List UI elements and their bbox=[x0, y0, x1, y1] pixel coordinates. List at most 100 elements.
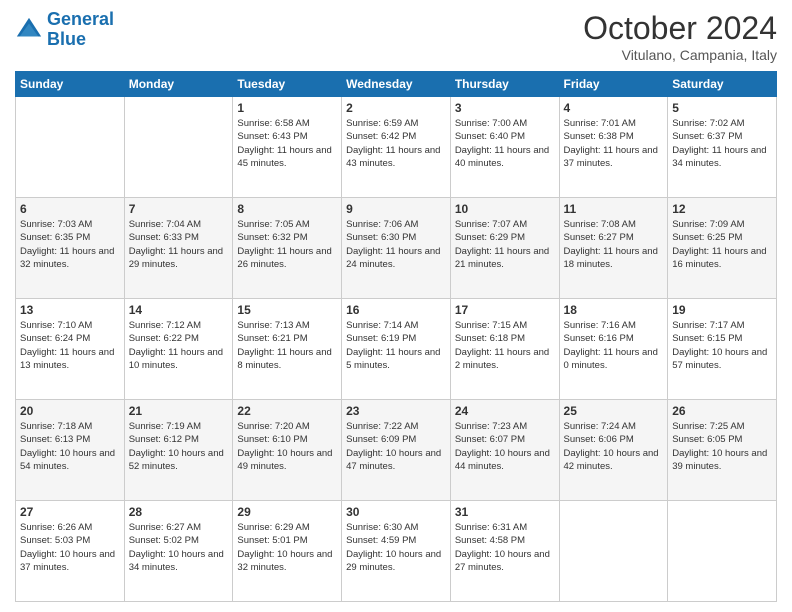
day-info: Sunrise: 7:20 AMSunset: 6:10 PMDaylight:… bbox=[237, 420, 337, 473]
day-info: Sunrise: 7:22 AMSunset: 6:09 PMDaylight:… bbox=[346, 420, 446, 473]
calendar-cell: 27 Sunrise: 6:26 AMSunset: 5:03 PMDayligh… bbox=[16, 501, 125, 602]
day-info: Sunrise: 7:14 AMSunset: 6:19 PMDaylight:… bbox=[346, 319, 446, 372]
day-info: Sunrise: 7:05 AMSunset: 6:32 PMDaylight:… bbox=[237, 218, 337, 271]
day-number: 23 bbox=[346, 404, 446, 418]
calendar-cell: 16Sunrise: 7:14 AMSunset: 6:19 PMDayligh… bbox=[342, 299, 451, 400]
day-info: Sunrise: 7:15 AMSunset: 6:18 PMDaylight:… bbox=[455, 319, 555, 372]
calendar-header-row: SundayMondayTuesdayWednesdayThursdayFrid… bbox=[16, 72, 777, 97]
calendar-cell: 8 Sunrise: 7:05 AMSunset: 6:32 PMDaylight… bbox=[233, 198, 342, 299]
day-info: Sunrise: 6:59 AMSunset: 6:42 PMDaylight:… bbox=[346, 117, 446, 170]
calendar-cell: 6Sunrise: 7:03 AMSunset: 6:35 PMDaylight… bbox=[16, 198, 125, 299]
day-number: 13 bbox=[20, 303, 120, 317]
calendar-cell: 17 Sunrise: 7:15 AMSunset: 6:18 PMDayligh… bbox=[450, 299, 559, 400]
logo-text: General Blue bbox=[47, 10, 114, 50]
day-number: 29 bbox=[237, 505, 337, 519]
day-info: Sunrise: 7:00 AMSunset: 6:40 PMDaylight:… bbox=[455, 117, 555, 170]
calendar-cell: 15Sunrise: 7:13 AMSunset: 6:21 PMDayligh… bbox=[233, 299, 342, 400]
page: General Blue October 2024 Vitulano, Camp… bbox=[0, 0, 792, 612]
logo-icon bbox=[15, 16, 43, 44]
day-number: 1 bbox=[237, 101, 337, 115]
day-number: 7 bbox=[129, 202, 229, 216]
weekday-header-friday: Friday bbox=[559, 72, 668, 97]
calendar-cell: 25 Sunrise: 7:24 AMSunset: 6:06 PMDayligh… bbox=[559, 400, 668, 501]
day-number: 11 bbox=[564, 202, 664, 216]
day-number: 2 bbox=[346, 101, 446, 115]
day-info: Sunrise: 7:07 AMSunset: 6:29 PMDaylight:… bbox=[455, 218, 555, 271]
calendar-cell: 31Sunrise: 6:31 AMSunset: 4:58 PMDayligh… bbox=[450, 501, 559, 602]
day-number: 21 bbox=[129, 404, 229, 418]
location: Vitulano, Campania, Italy bbox=[583, 47, 777, 63]
day-info: Sunrise: 6:31 AMSunset: 4:58 PMDaylight:… bbox=[455, 521, 555, 574]
calendar-cell: 5Sunrise: 7:02 AMSunset: 6:37 PMDaylight… bbox=[668, 97, 777, 198]
calendar-cell: 26Sunrise: 7:25 AMSunset: 6:05 PMDayligh… bbox=[668, 400, 777, 501]
day-info: Sunrise: 7:06 AMSunset: 6:30 PMDaylight:… bbox=[346, 218, 446, 271]
calendar-cell bbox=[16, 97, 125, 198]
day-info: Sunrise: 6:27 AMSunset: 5:02 PMDaylight:… bbox=[129, 521, 229, 574]
day-info: Sunrise: 7:16 AMSunset: 6:16 PMDaylight:… bbox=[564, 319, 664, 372]
weekday-header-monday: Monday bbox=[124, 72, 233, 97]
day-number: 19 bbox=[672, 303, 772, 317]
day-info: Sunrise: 7:04 AMSunset: 6:33 PMDaylight:… bbox=[129, 218, 229, 271]
day-number: 28 bbox=[129, 505, 229, 519]
weekday-header-sunday: Sunday bbox=[16, 72, 125, 97]
calendar-cell: 1 Sunrise: 6:58 AMSunset: 6:43 PMDaylight… bbox=[233, 97, 342, 198]
calendar-cell: 18Sunrise: 7:16 AMSunset: 6:16 PMDayligh… bbox=[559, 299, 668, 400]
day-number: 15 bbox=[237, 303, 337, 317]
calendar-cell: 13Sunrise: 7:10 AMSunset: 6:24 PMDayligh… bbox=[16, 299, 125, 400]
weekday-header-thursday: Thursday bbox=[450, 72, 559, 97]
day-number: 14 bbox=[129, 303, 229, 317]
title-block: October 2024 Vitulano, Campania, Italy bbox=[583, 10, 777, 63]
weekday-header-tuesday: Tuesday bbox=[233, 72, 342, 97]
day-number: 22 bbox=[237, 404, 337, 418]
header: General Blue October 2024 Vitulano, Camp… bbox=[15, 10, 777, 63]
day-number: 17 bbox=[455, 303, 555, 317]
day-info: Sunrise: 6:26 AMSunset: 5:03 PMDaylight:… bbox=[20, 521, 120, 574]
calendar-cell: 12Sunrise: 7:09 AMSunset: 6:25 PMDayligh… bbox=[668, 198, 777, 299]
calendar-cell: 3Sunrise: 7:00 AMSunset: 6:40 PMDaylight… bbox=[450, 97, 559, 198]
day-number: 20 bbox=[20, 404, 120, 418]
day-number: 24 bbox=[455, 404, 555, 418]
logo-blue: Blue bbox=[47, 29, 86, 49]
calendar-cell: 24 Sunrise: 7:23 AMSunset: 6:07 PMDayligh… bbox=[450, 400, 559, 501]
calendar-cell: 28 Sunrise: 6:27 AMSunset: 5:02 PMDayligh… bbox=[124, 501, 233, 602]
day-info: Sunrise: 7:08 AMSunset: 6:27 PMDaylight:… bbox=[564, 218, 664, 271]
calendar-table: SundayMondayTuesdayWednesdayThursdayFrid… bbox=[15, 71, 777, 602]
calendar-cell: 21Sunrise: 7:19 AMSunset: 6:12 PMDayligh… bbox=[124, 400, 233, 501]
day-info: Sunrise: 6:29 AMSunset: 5:01 PMDaylight:… bbox=[237, 521, 337, 574]
logo-general: General bbox=[47, 9, 114, 29]
calendar-cell bbox=[559, 501, 668, 602]
calendar-cell: 29 Sunrise: 6:29 AMSunset: 5:01 PMDayligh… bbox=[233, 501, 342, 602]
day-info: Sunrise: 7:18 AMSunset: 6:13 PMDaylight:… bbox=[20, 420, 120, 473]
calendar-cell: 19Sunrise: 7:17 AMSunset: 6:15 PMDayligh… bbox=[668, 299, 777, 400]
month-title: October 2024 bbox=[583, 10, 777, 47]
calendar-week-5: 27 Sunrise: 6:26 AMSunset: 5:03 PMDayligh… bbox=[16, 501, 777, 602]
calendar-cell: 11 Sunrise: 7:08 AMSunset: 6:27 PMDayligh… bbox=[559, 198, 668, 299]
calendar-cell: 2 Sunrise: 6:59 AMSunset: 6:42 PMDaylight… bbox=[342, 97, 451, 198]
calendar-week-1: 1 Sunrise: 6:58 AMSunset: 6:43 PMDaylight… bbox=[16, 97, 777, 198]
day-info: Sunrise: 7:03 AMSunset: 6:35 PMDaylight:… bbox=[20, 218, 120, 271]
day-info: Sunrise: 6:58 AMSunset: 6:43 PMDaylight:… bbox=[237, 117, 337, 170]
day-info: Sunrise: 7:25 AMSunset: 6:05 PMDaylight:… bbox=[672, 420, 772, 473]
weekday-header-saturday: Saturday bbox=[668, 72, 777, 97]
day-info: Sunrise: 7:24 AMSunset: 6:06 PMDaylight:… bbox=[564, 420, 664, 473]
calendar-week-3: 13Sunrise: 7:10 AMSunset: 6:24 PMDayligh… bbox=[16, 299, 777, 400]
day-info: Sunrise: 6:30 AMSunset: 4:59 PMDaylight:… bbox=[346, 521, 446, 574]
calendar-cell: 4 Sunrise: 7:01 AMSunset: 6:38 PMDaylight… bbox=[559, 97, 668, 198]
day-number: 27 bbox=[20, 505, 120, 519]
calendar-cell: 22 Sunrise: 7:20 AMSunset: 6:10 PMDayligh… bbox=[233, 400, 342, 501]
day-number: 9 bbox=[346, 202, 446, 216]
calendar-cell bbox=[124, 97, 233, 198]
weekday-header-wednesday: Wednesday bbox=[342, 72, 451, 97]
calendar-cell bbox=[668, 501, 777, 602]
day-info: Sunrise: 7:01 AMSunset: 6:38 PMDaylight:… bbox=[564, 117, 664, 170]
day-number: 12 bbox=[672, 202, 772, 216]
day-info: Sunrise: 7:12 AMSunset: 6:22 PMDaylight:… bbox=[129, 319, 229, 372]
calendar-cell: 9 Sunrise: 7:06 AMSunset: 6:30 PMDaylight… bbox=[342, 198, 451, 299]
day-number: 4 bbox=[564, 101, 664, 115]
day-number: 8 bbox=[237, 202, 337, 216]
calendar-week-2: 6Sunrise: 7:03 AMSunset: 6:35 PMDaylight… bbox=[16, 198, 777, 299]
day-info: Sunrise: 7:23 AMSunset: 6:07 PMDaylight:… bbox=[455, 420, 555, 473]
day-number: 25 bbox=[564, 404, 664, 418]
calendar-cell: 10Sunrise: 7:07 AMSunset: 6:29 PMDayligh… bbox=[450, 198, 559, 299]
calendar-cell: 30Sunrise: 6:30 AMSunset: 4:59 PMDayligh… bbox=[342, 501, 451, 602]
